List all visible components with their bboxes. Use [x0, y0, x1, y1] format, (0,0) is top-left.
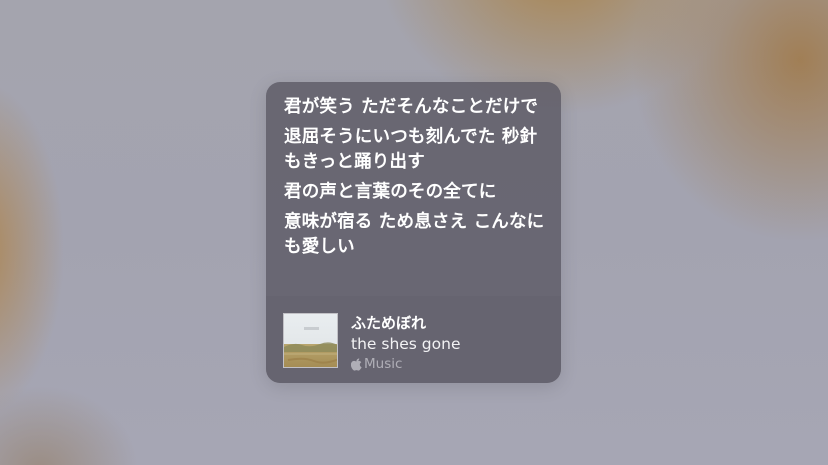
lyrics-widget[interactable]: 君が笑う ただそんなことだけで 退屈そうにいつも刻んでた 秒針もきっと踊り出す …	[266, 82, 561, 383]
album-artwork[interactable]	[283, 313, 338, 368]
apple-icon	[350, 357, 363, 371]
now-playing-bar[interactable]: ふためぼれ the shes gone Music	[266, 296, 561, 383]
lyric-line: 君の声と言葉のその全てに	[284, 182, 497, 202]
lyric-line: 退屈そうにいつも刻んでた 秒針もきっと踊り出す	[284, 127, 538, 172]
track-title: ふためぼれ	[351, 314, 427, 332]
track-artist: the shes gone	[351, 335, 461, 353]
music-source: Music	[350, 355, 403, 373]
lyric-line: 意味が宿る ため息さえ こんなにも愛しい	[284, 212, 545, 257]
album-artwork-image	[284, 314, 337, 367]
music-source-label: Music	[364, 356, 403, 372]
lyric-line: 君が笑う ただそんなことだけで	[284, 97, 539, 117]
lyrics-panel: 君が笑う ただそんなことだけで 退屈そうにいつも刻んでた 秒針もきっと踊り出す …	[284, 95, 549, 265]
